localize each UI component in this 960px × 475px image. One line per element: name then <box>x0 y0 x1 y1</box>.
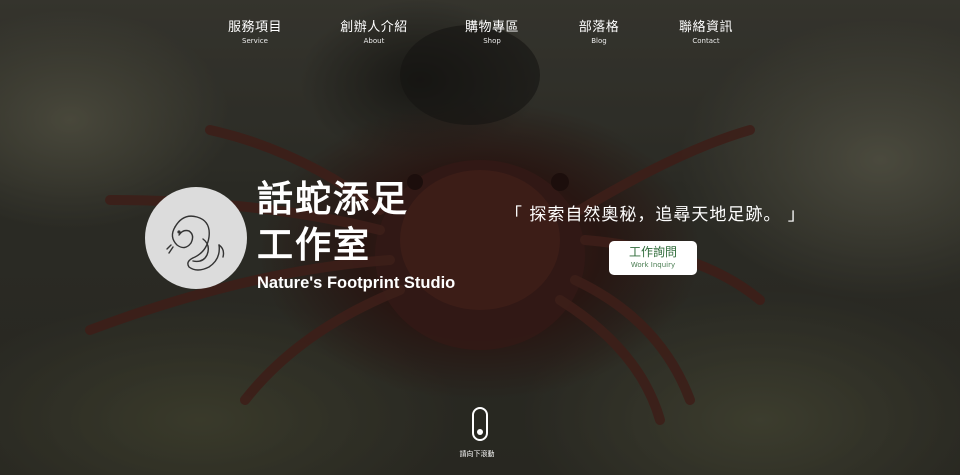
nav-label-en: About <box>363 37 385 45</box>
brand-name-zh: 話蛇添足 工作室 <box>257 177 457 269</box>
brand-name-en: Nature's Footprint Studio <box>257 274 456 292</box>
nav-label-en: Blog <box>591 37 607 45</box>
hero-tagline: 「 探索自然奧秘，追尋天地足跡。 」 <box>505 205 806 225</box>
hero-dark-overlay <box>0 0 960 475</box>
brand-name-zh-line1: 話蛇添足 <box>257 179 410 220</box>
nav-item-blog[interactable]: 部落格 Blog <box>579 20 620 46</box>
work-inquiry-button[interactable]: 工作詢問 Work Inquiry <box>609 241 697 275</box>
nav-label-zh: 創辦人介紹 <box>340 20 408 35</box>
cta-label-zh: 工作詢問 <box>628 245 677 259</box>
scroll-label: 請向下滾動 <box>459 450 495 458</box>
nav-item-about[interactable]: 創辦人介紹 About <box>340 20 408 46</box>
nav-label-en: Service <box>242 37 268 45</box>
nav-label-en: Contact <box>692 37 720 45</box>
nav-item-service[interactable]: 服務項目 Service <box>228 20 282 46</box>
nav-item-shop[interactable]: 購物專區 Shop <box>465 20 519 46</box>
nav-label-zh: 聯絡資訊 <box>678 20 734 35</box>
snake-sketch-icon <box>166 215 225 271</box>
nav-label-zh: 購物專區 <box>464 20 520 35</box>
brand-name-zh-line2: 工作室 <box>257 225 372 266</box>
nav-label-en: Shop <box>483 37 501 45</box>
scroll-down-indicator[interactable]: 請向下滾動 <box>460 407 498 459</box>
nav-label-zh: 部落格 <box>578 20 620 35</box>
brand-logo[interactable] <box>145 187 247 289</box>
nav-item-contact[interactable]: 聯絡資訊 Contact <box>679 20 733 46</box>
mouse-scroll-icon <box>472 407 488 441</box>
nav-label-zh: 服務項目 <box>227 20 283 35</box>
top-navigation: 服務項目 Service 創辦人介紹 About 購物專區 Shop 部落格 B… <box>0 20 960 50</box>
cta-label-en: Work Inquiry <box>630 261 676 269</box>
